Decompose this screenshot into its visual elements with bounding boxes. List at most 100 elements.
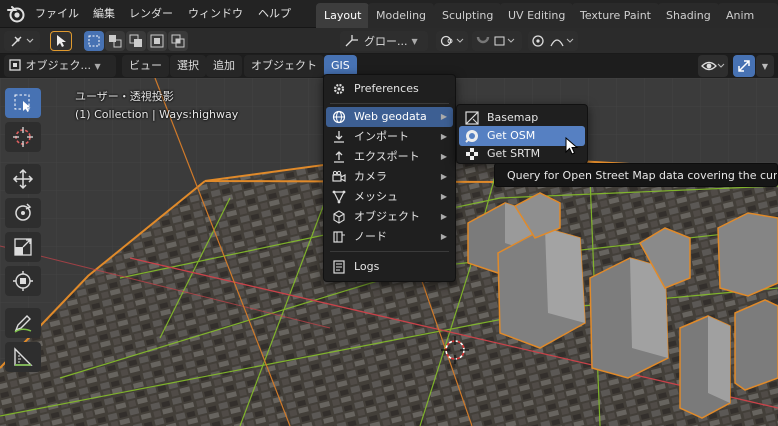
menu-item-node[interactable]: ノード ▶ [326,227,453,247]
menu-file[interactable]: ファイル [35,0,79,28]
gis-menu: Preferences Web geodata ▶ インポート ▶ エクスポート… [323,74,456,282]
menu-item-mesh[interactable]: メッシュ ▶ [326,187,453,207]
top-bar: ファイル 編集 レンダー ウィンドウ ヘルプ Layout Modeling S… [0,0,778,28]
gear-icon [333,83,345,95]
menu-item-import[interactable]: インポート ▶ [326,127,453,147]
select-tool-button[interactable] [50,31,72,51]
select-new-mode[interactable] [84,31,104,51]
menu-item-label: Basemap [487,111,539,124]
select-subtract-mode[interactable] [126,31,146,51]
scale-icon [14,238,32,256]
select-subtract-icon [129,34,142,47]
visibility-dropdown[interactable] [698,55,728,77]
select-invert-icon [150,34,164,48]
orientation-icon [345,35,358,47]
cursor-arrow-icon [57,35,66,47]
gizmo-arrows-icon [738,60,750,72]
tool-cursor[interactable] [5,122,41,152]
chevron-down-icon: ▼ [94,62,101,71]
export-icon [334,151,344,163]
blender-logo-icon[interactable] [6,4,26,24]
tab-animation[interactable]: Anim [718,3,778,28]
menu-edit[interactable]: 編集 [93,0,115,28]
menu-object[interactable]: オブジェクト [244,55,324,77]
menu-item-web-geodata[interactable]: Web geodata ▶ [326,107,453,127]
tool-measure[interactable] [5,342,41,372]
object-mode-icon [9,59,21,71]
submenu-arrow-icon: ▶ [440,192,447,201]
object-mode-dropdown[interactable]: オブジェク... ▼ [4,55,116,77]
import-icon [334,131,344,143]
osm-icon [465,130,478,143]
menu-item-preferences[interactable]: Preferences [326,79,453,99]
menu-view[interactable]: ビュー [122,55,169,77]
tool-annotate[interactable] [5,308,41,338]
menu-item-basemap[interactable]: Basemap [459,108,585,128]
menu-item-label: インポート [354,130,409,143]
tab-shading[interactable]: Shading [658,3,719,28]
menu-item-label: Logs [354,260,380,273]
tool-header: グロー... ▼ [0,28,778,54]
object-mode-label: オブジェク... [25,59,92,72]
select-invert-mode[interactable] [147,31,167,51]
chevron-down-icon: ▼ [411,36,418,46]
tab-uv-editing[interactable]: UV Editing [500,3,574,28]
select-extend-icon [109,35,122,48]
menu-item-label: カメラ [354,170,387,183]
gizmo-dropdown[interactable]: ▼ [756,55,774,77]
tool-scale[interactable] [5,232,41,262]
measure-ruler-icon [14,347,33,366]
submenu-arrow-icon: ▶ [440,172,447,181]
eye-icon [701,61,725,71]
snap-dropdown[interactable] [472,31,522,51]
menu-item-label: Get OSM [487,129,536,142]
tab-sculpting[interactable]: Sculpting [434,3,502,28]
globe-icon [332,110,346,124]
menu-window[interactable]: ウィンドウ [188,0,243,28]
srtm-icon [466,148,478,160]
mesh-icon [332,190,346,204]
menu-item-camera[interactable]: カメラ ▶ [326,167,453,187]
proportional-icon [532,35,574,47]
tool-select-box[interactable] [5,88,41,118]
menu-select[interactable]: 選択 [170,55,206,77]
orientation-label: グロー... [364,35,408,48]
pivot-point-dropdown[interactable] [436,31,468,51]
move-icon [12,168,34,190]
tab-layout[interactable]: Layout [316,3,370,28]
tool-transform[interactable] [5,266,41,296]
transform-orientation-dropdown[interactable]: グロー... ▼ [340,31,428,51]
select-extend-mode[interactable] [105,31,125,51]
cursor-icon [13,127,33,147]
submenu-arrow-icon: ▶ [440,232,447,241]
transform-pivot-dropdown[interactable] [4,31,40,51]
gizmo-toggle[interactable] [733,55,755,77]
menu-item-label: オブジェクト [354,210,420,223]
pivot-icon [11,36,34,47]
transform-icon [13,271,33,291]
menu-help[interactable]: ヘルプ [258,0,291,28]
tab-texture-paint[interactable]: Texture Paint [572,3,659,28]
menu-item-label: エクスポート [354,150,420,163]
select-box-icon [14,94,31,112]
magnet-icon [476,36,515,46]
tool-rotate[interactable] [5,198,41,228]
cube-icon [333,210,345,224]
menu-separator [330,251,449,252]
tool-move[interactable] [5,164,41,194]
tooltip: Query for Open Street Map data covering … [494,163,778,187]
submenu-arrow-icon: ▶ [440,132,447,141]
menu-item-logs[interactable]: Logs [326,257,453,277]
select-intersect-mode[interactable] [168,31,188,51]
rotate-icon [15,203,32,221]
menu-add[interactable]: 追加 [206,55,242,77]
menu-item-export[interactable]: エクスポート ▶ [326,147,453,167]
proportional-editing-dropdown[interactable] [528,31,578,51]
annotate-pencil-icon [14,315,32,333]
logs-icon [333,260,345,274]
tab-modeling[interactable]: Modeling [368,3,435,28]
submenu-arrow-icon: ▶ [440,212,447,221]
view-name-label: ユーザー・透視投影 [75,90,174,103]
menu-item-object[interactable]: オブジェクト ▶ [326,207,453,227]
menu-render[interactable]: レンダー [129,0,173,28]
